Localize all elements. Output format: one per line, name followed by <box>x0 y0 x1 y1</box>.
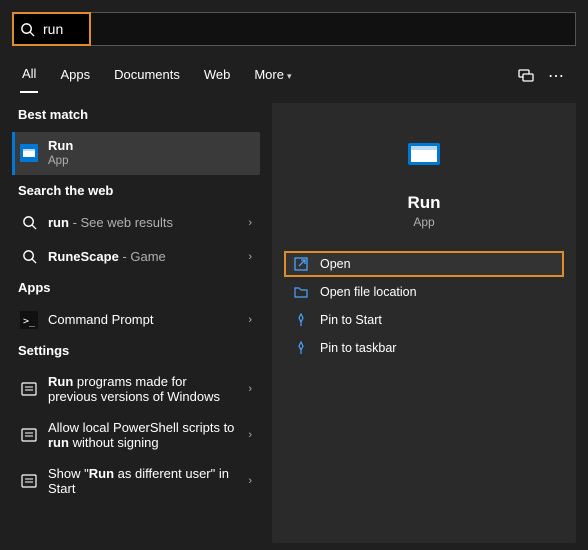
run-app-icon <box>20 144 38 162</box>
chevron-right-icon: › <box>248 251 252 263</box>
result-setting-compat[interactable]: Run programs made for previous versions … <box>12 368 260 410</box>
search-icon <box>20 214 38 232</box>
action-label: Pin to taskbar <box>320 341 396 355</box>
chevron-right-icon: › <box>248 383 252 395</box>
more-icon[interactable]: ⋯ <box>548 69 564 85</box>
section-settings: Settings <box>12 339 260 364</box>
search-icon <box>20 22 35 37</box>
search-box[interactable] <box>12 12 91 46</box>
chevron-right-icon: › <box>248 475 252 487</box>
result-setting-powershell[interactable]: Allow local PowerShell scripts to run wi… <box>12 414 260 456</box>
settings-icon <box>20 472 38 490</box>
action-open-file-location[interactable]: Open file location <box>284 279 564 305</box>
chevron-right-icon: › <box>248 429 252 441</box>
result-title: run - See web results <box>48 215 173 230</box>
svg-text:>_: >_ <box>23 316 36 327</box>
result-command-prompt[interactable]: >_ Command Prompt › <box>12 305 260 335</box>
search-input[interactable] <box>35 20 75 38</box>
command-prompt-icon: >_ <box>20 311 38 329</box>
search-box-extended[interactable] <box>91 12 576 46</box>
result-web-runescape[interactable]: RuneScape - Game › <box>12 242 260 272</box>
settings-icon <box>20 426 38 444</box>
action-label: Open file location <box>320 285 417 299</box>
result-sub: App <box>48 154 73 168</box>
folder-icon <box>294 285 308 299</box>
preview-type: App <box>413 215 434 229</box>
pin-icon <box>294 313 308 327</box>
result-setting-show-run[interactable]: Show "Run as different user" in Start › <box>12 460 260 502</box>
result-title: RuneScape - Game <box>48 249 166 264</box>
chevron-down-icon: ▾ <box>287 71 292 81</box>
run-app-large-icon <box>402 133 446 177</box>
open-icon <box>294 257 308 271</box>
preview-title: Run <box>407 193 440 213</box>
result-title: Allow local PowerShell scripts to run wi… <box>48 420 238 450</box>
settings-icon <box>20 380 38 398</box>
chevron-right-icon: › <box>248 217 252 229</box>
feedback-icon[interactable] <box>518 67 534 86</box>
result-best-match[interactable]: Run App <box>12 132 260 175</box>
tab-web[interactable]: Web <box>202 61 233 92</box>
result-web-run[interactable]: run - See web results › <box>12 208 260 238</box>
action-pin-start[interactable]: Pin to Start <box>284 307 564 333</box>
tab-all[interactable]: All <box>20 60 38 93</box>
section-apps: Apps <box>12 276 260 301</box>
action-pin-taskbar[interactable]: Pin to taskbar <box>284 335 564 361</box>
pin-icon <box>294 341 308 355</box>
result-title: Run <box>48 138 73 154</box>
chevron-right-icon: › <box>248 314 252 326</box>
result-title: Show "Run as different user" in Start <box>48 466 238 496</box>
tab-apps[interactable]: Apps <box>58 61 92 92</box>
action-label: Open <box>320 257 351 271</box>
section-best-match: Best match <box>12 103 260 128</box>
action-label: Pin to Start <box>320 313 382 327</box>
result-title: Command Prompt <box>48 312 153 327</box>
section-search-web: Search the web <box>12 179 260 204</box>
result-title: Run programs made for previous versions … <box>48 374 238 404</box>
search-icon <box>20 248 38 266</box>
tab-more[interactable]: More▾ <box>252 61 293 92</box>
tab-documents[interactable]: Documents <box>112 61 182 92</box>
action-open[interactable]: Open <box>284 251 564 277</box>
